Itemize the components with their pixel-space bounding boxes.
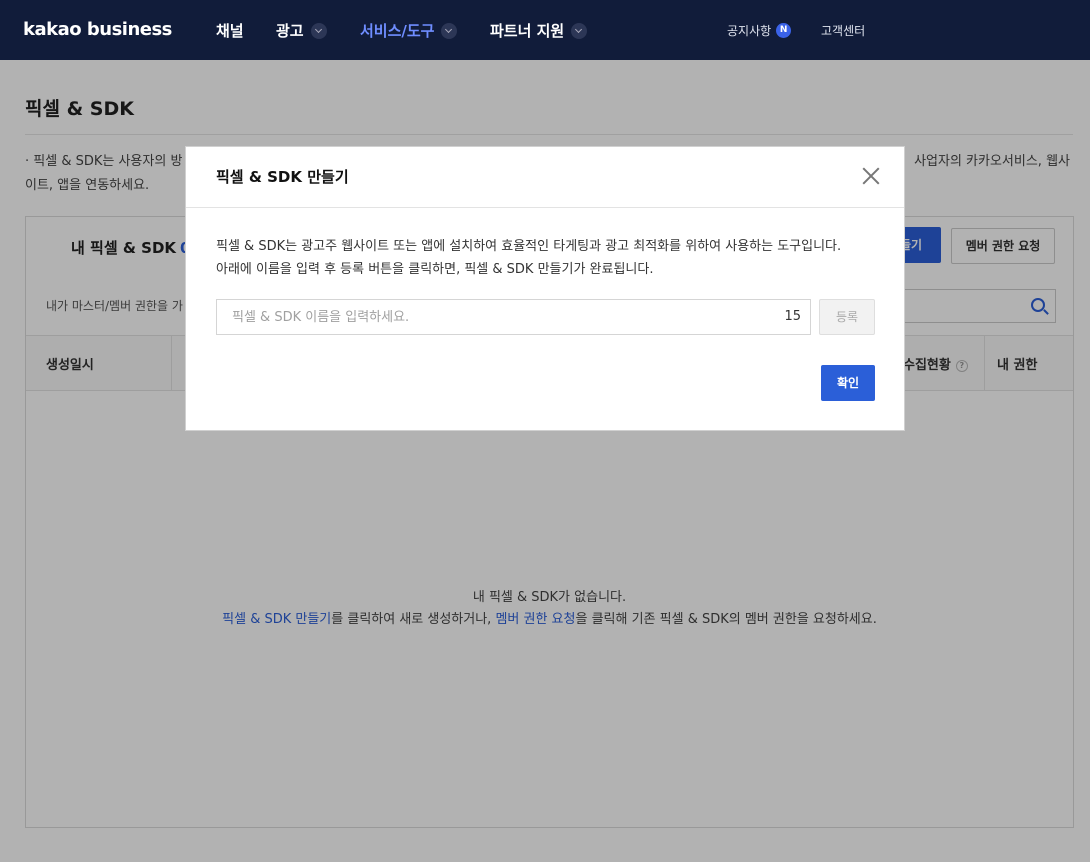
char-count: 15 — [784, 309, 801, 324]
notice-label: 공지사항 — [727, 24, 772, 38]
pixel-name-input[interactable] — [217, 300, 772, 334]
modal-title: 픽셀 & SDK 만들기 — [216, 168, 349, 186]
pixel-name-field: 15 — [216, 299, 811, 335]
create-pixel-sdk-modal: 픽셀 & SDK 만들기 픽셀 & SDK는 광고주 웹사이트 또는 앱에 설치… — [185, 146, 905, 431]
nav-item-partner-support[interactable]: 파트너 지원 — [490, 20, 588, 41]
modal-description-line: 아래에 이름을 입력 후 등록 버튼을 클릭하면, 픽셀 & SDK 만들기가 … — [216, 262, 654, 277]
modal-header: 픽셀 & SDK 만들기 — [186, 147, 904, 208]
chevron-down-icon — [310, 22, 327, 39]
nav-item-ads[interactable]: 광고 — [276, 20, 327, 41]
modal-description-line: 픽셀 & SDK는 광고주 웹사이트 또는 앱에 설치하여 효율적인 타게팅과 … — [216, 239, 842, 254]
notice-link[interactable]: 공지사항 N — [727, 22, 792, 39]
confirm-button[interactable]: 확인 — [821, 365, 875, 401]
nav-item-label: 광고 — [276, 22, 304, 40]
nav-item-services-tools[interactable]: 서비스/도구 — [360, 20, 458, 41]
chevron-down-icon — [441, 22, 458, 39]
chevron-down-icon — [571, 22, 588, 39]
register-button[interactable]: 등록 — [819, 299, 875, 335]
nav-item-channel[interactable]: 채널 — [216, 20, 244, 41]
customer-center-link[interactable]: 고객센터 — [821, 22, 865, 39]
new-badge: N — [776, 23, 792, 38]
kakao-business-logo[interactable]: kakao business — [23, 19, 172, 40]
close-icon[interactable] — [860, 165, 882, 187]
customer-center-label: 고객센터 — [821, 24, 866, 38]
nav-item-label: 채널 — [216, 22, 244, 40]
top-nav: kakao business 채널 광고 서비스/도구 파트너 지원 공지사항 … — [0, 0, 1090, 60]
modal-description: 픽셀 & SDK는 광고주 웹사이트 또는 앱에 설치하여 효율적인 타게팅과 … — [216, 235, 886, 281]
nav-item-label: 파트너 지원 — [490, 22, 565, 40]
nav-item-label: 서비스/도구 — [360, 22, 435, 40]
